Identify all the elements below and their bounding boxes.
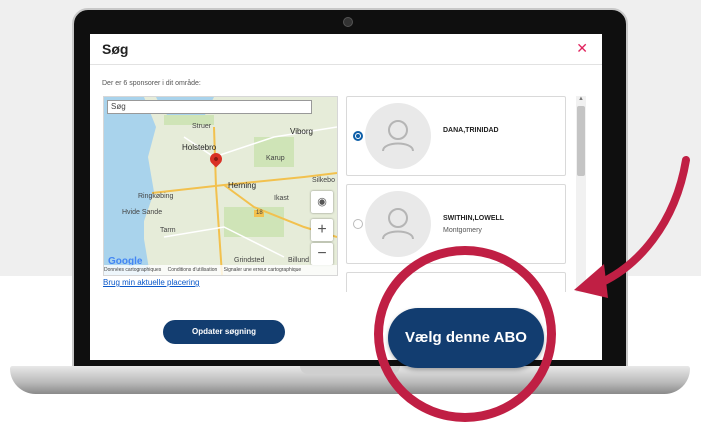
user-icon — [382, 120, 414, 152]
map-label-hvide-sande: Hvide Sande — [122, 209, 163, 216]
map-label-tarm: Tarm — [160, 227, 176, 234]
map-terrain — [104, 97, 337, 275]
scroll-up-icon[interactable]: ▲ — [578, 96, 584, 102]
map-label-herning: Herning — [228, 181, 257, 190]
map-label-viborg: Viborg — [290, 127, 313, 136]
map-label-struer: Struer — [192, 123, 212, 130]
avatar — [365, 191, 431, 257]
webcam-icon — [343, 17, 353, 27]
use-current-location-link[interactable]: Brug min aktuelle placering — [103, 278, 200, 287]
map-attribution: Données cartographiques Conditions d'uti… — [104, 265, 337, 275]
highlight-circle — [374, 246, 556, 422]
road-number-label: 18 — [256, 210, 263, 216]
update-search-button[interactable]: Opdater søgning — [163, 320, 285, 344]
map-label-ringkobing: Ringkøbing — [138, 193, 174, 200]
map-label-silkeborg: Silkebo — [312, 177, 335, 184]
zoom-in-button[interactable]: + — [311, 219, 333, 241]
map-terms-link[interactable]: Conditions d'utilisation — [168, 267, 218, 273]
avatar — [365, 103, 431, 169]
map-label-ikast: Ikast — [274, 195, 289, 202]
map-label-grindsted: Grindsted — [234, 257, 265, 264]
map-label-karup: Karup — [266, 155, 285, 162]
map-label-holstebro: Holstebro — [182, 143, 217, 152]
sponsor-city: Montgomery — [443, 227, 482, 234]
locate-icon[interactable]: ◉ — [311, 191, 333, 213]
map-label-billund: Billund — [288, 257, 310, 264]
map-search-input[interactable]: Søg — [107, 100, 312, 114]
map-report-link[interactable]: Signaler une erreur cartographique — [224, 267, 302, 273]
modal-header: Søg ✕ — [90, 34, 602, 65]
user-icon — [382, 208, 414, 240]
sponsor-name: SWITHIN,LOWELL — [443, 215, 505, 222]
modal-title: Søg — [102, 41, 129, 57]
sponsor-radio[interactable] — [353, 219, 363, 229]
sponsor-card[interactable]: DANA,TRINIDAD — [346, 96, 566, 176]
close-icon[interactable]: ✕ — [576, 40, 588, 57]
sponsor-name: DANA,TRINIDAD — [443, 127, 499, 134]
sponsor-count-text: Der er 6 sponsorer i dit område: — [102, 80, 201, 87]
map-view[interactable]: Søg Struer Viborg Holstebro Karup Silkeb… — [103, 96, 338, 276]
zoom-out-button[interactable]: − — [311, 243, 333, 265]
map-data-link[interactable]: Données cartographiques — [104, 267, 161, 273]
pointer-arrow-icon — [574, 156, 690, 298]
sponsor-radio-selected[interactable] — [353, 131, 363, 141]
